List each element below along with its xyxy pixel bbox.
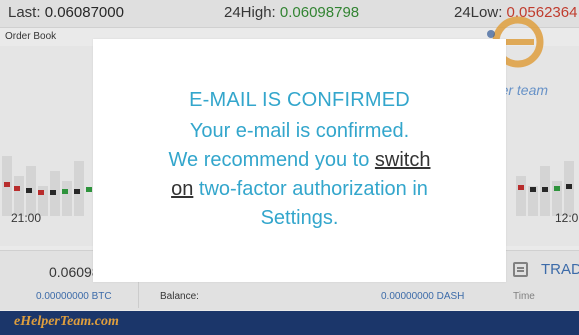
- dialog-title: E-MAIL IS CONFIRMED: [189, 89, 410, 111]
- dialog-line-3: on two-factor authorization in: [123, 175, 476, 204]
- email-confirmed-dialog: E-MAIL IS CONFIRMED Your e-mail is confi…: [93, 39, 506, 282]
- dialog-line-4: Settings.: [260, 207, 339, 229]
- switch-on-2fa-link[interactable]: switch: [375, 149, 431, 171]
- dialog-line-1: Your e-mail is confirmed.: [189, 120, 410, 142]
- dialog-text: We recommend you to: [168, 149, 375, 171]
- dialog-message: Your e-mail is confirmed. We recommend y…: [123, 117, 476, 233]
- dialog-line-2: We recommend you to switch: [123, 146, 476, 175]
- dialog-text: two-factor authorization in: [193, 178, 428, 200]
- switch-on-2fa-link[interactable]: on: [171, 178, 193, 200]
